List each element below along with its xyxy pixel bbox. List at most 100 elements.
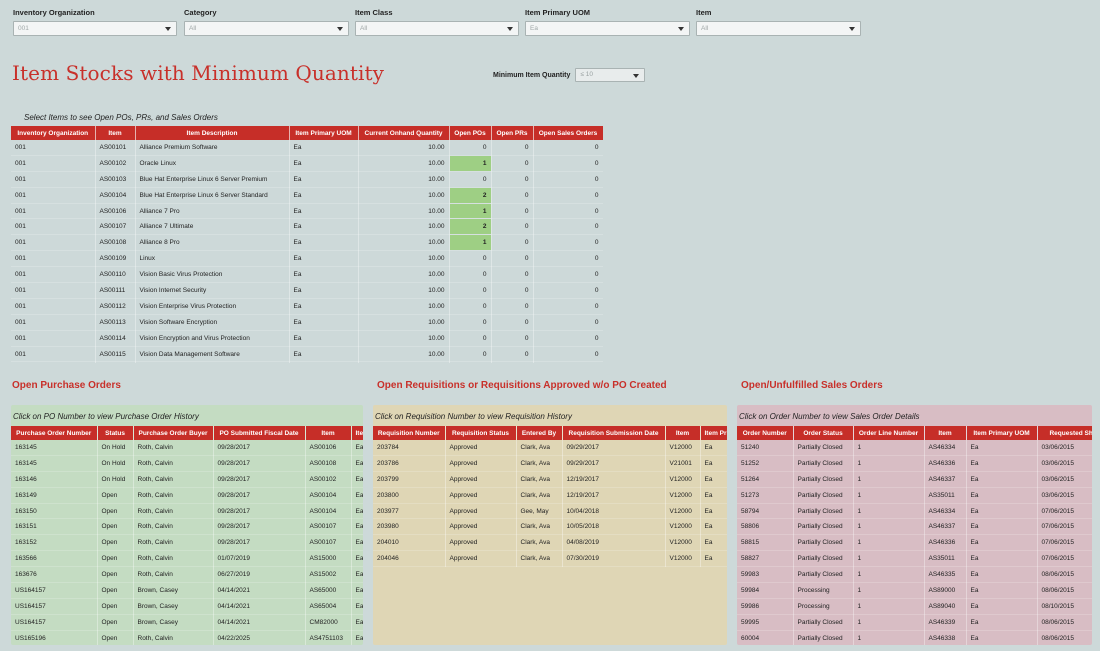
column-header-status[interactable]: Status [97,426,134,440]
column-header-purchase-order-buyer[interactable]: Purchase Order Buyer [133,426,214,440]
column-header-po-submitted-fiscal-date[interactable]: PO Submitted Fiscal Date [213,426,306,440]
column-header-item-description[interactable]: Item Description [135,126,290,140]
table-row[interactable]: 59983 Partially Closed 1 AS46335 Ea 08/06/201… [737,566,1092,584]
table-row[interactable]: 001 AS00106 Alliance 7 Pro Ea 10.00 1 0 0 [11,203,603,220]
column-header-open-sales-orders[interactable]: Open Sales Orders [533,126,603,140]
cell-purchase-order-number[interactable]: 163146 [11,471,98,488]
column-header-inventory-organization[interactable]: Inventory Organization [11,126,96,140]
cell-requisition-number[interactable]: 203799 [373,471,446,488]
column-header-purchase-order-number[interactable]: Purchase Order Number [11,426,98,440]
table-row[interactable]: 163146 On Hold Roth, Calvin 09/28/2017 AS001… [11,471,363,488]
table-row[interactable]: 001 AS00108 Alliance 8 Pro Ea 10.00 1 0 0 [11,234,603,252]
item-class-select[interactable]: All [355,21,519,36]
table-row[interactable]: 203799 Approved Clark, Ava 12/19/2017 V12000… [373,471,727,488]
column-header-item-primary-uom[interactable]: Item Primary UOM [966,426,1038,440]
column-header-item[interactable]: Item [924,426,967,440]
cell-purchase-order-number[interactable]: 163145 [11,440,98,456]
table-row[interactable]: 58815 Partially Closed 1 AS46336 Ea 07/06/201… [737,534,1092,552]
table-row[interactable]: 001 AS00104 Blue Hat Enterprise Linux 6 Se… [11,187,603,204]
column-header-open-pos[interactable]: Open POs [449,126,492,140]
cell-order-number[interactable]: 59984 [737,582,794,599]
table-row[interactable]: 58794 Partially Closed 1 AS46334 Ea 07/06/201… [737,503,1092,520]
cell-item[interactable]: AS00112 [95,298,136,315]
table-row[interactable]: 203980 Approved Clark, Ava 10/05/2018 V12000… [373,518,727,536]
cell-order-number[interactable]: 59986 [737,598,794,615]
cell-order-number[interactable]: 58827 [737,550,794,568]
table-row[interactable]: 58806 Partially Closed 1 AS46337 Ea 07/06/201… [737,518,1092,536]
table-row[interactable]: 001 AS00115 Vision Data Management Softwar… [11,346,603,363]
table-row[interactable]: 203800 Approved Clark, Ava 12/19/2017 V12000… [373,487,727,504]
cell-purchase-order-number[interactable]: 163676 [11,566,98,584]
cell-requisition-number[interactable]: 204010 [373,534,446,552]
cell-order-number[interactable]: 60004 [737,630,794,645]
cell-order-number[interactable]: 59983 [737,566,794,584]
table-row[interactable]: 001 AS00113 Vision Software Encryption Ea 10… [11,314,603,331]
table-row[interactable]: US164157 Open Brown, Casey 04/14/2021 CM8200… [11,614,363,631]
cell-item[interactable]: AS00111 [95,282,136,299]
cell-requisition-number[interactable]: 203784 [373,440,446,456]
cell-item[interactable]: AS00114 [95,330,136,347]
cell-purchase-order-number[interactable]: 163150 [11,503,98,520]
column-header-requisition-status[interactable]: Requisition Status [445,426,517,440]
cell-item[interactable]: AS00101 [95,140,136,156]
cell-item[interactable]: AS00102 [95,155,136,172]
table-row[interactable]: 163149 Open Roth, Calvin 09/28/2017 AS00104 E… [11,487,363,504]
cell-item[interactable]: AS00109 [95,250,136,268]
cell-item[interactable]: AS00113 [95,314,136,331]
table-row[interactable]: US164157 Open Brown, Casey 04/14/2021 AS6500… [11,582,363,599]
table-row[interactable]: US165196 Open Roth, Calvin 04/22/2025 AS4751… [11,630,363,645]
cell-purchase-order-number[interactable]: 163145 [11,455,98,472]
cell-order-number[interactable]: 51252 [737,455,794,472]
column-header-requisition-submission-date[interactable]: Requisition Submission Date [562,426,666,440]
table-row[interactable]: 59984 Processing 1 AS89000 Ea 08/06/2015 [737,582,1092,599]
cell-requisition-number[interactable]: 203980 [373,518,446,536]
column-header-order-status[interactable]: Order Status [793,426,854,440]
cell-purchase-order-number[interactable]: 163566 [11,550,98,568]
column-header-item[interactable]: Item [95,126,136,140]
cell-purchase-order-number[interactable]: 163151 [11,518,98,536]
column-header-entered-by[interactable]: Entered By [516,426,563,440]
cell-purchase-order-number[interactable]: 163149 [11,487,98,504]
column-header-item[interactable]: Item [665,426,701,440]
table-row[interactable]: 001 AS00102 Oracle Linux Ea 10.00 1 0 0 [11,155,603,172]
cell-item[interactable]: AS00110 [95,266,136,284]
cell-purchase-order-number[interactable]: US164157 [11,614,98,631]
table-row[interactable]: 163145 On Hold Roth, Calvin 09/28/2017 AS001… [11,455,363,472]
item-stocks-table-container[interactable]: Inventory Organization Item Item Descripti… [11,126,603,363]
cell-item[interactable]: AS00106 [95,203,136,220]
column-header-item[interactable]: Item [305,426,352,440]
column-header-current-onhand-quantity[interactable]: Current Onhand Quantity [358,126,450,140]
table-row[interactable]: 001 AS00109 Linux Ea 10.00 0 0 0 [11,250,603,268]
table-row[interactable]: 163676 Open Roth, Calvin 06/27/2019 AS15002 E… [11,566,363,584]
cell-item[interactable]: AS00115 [95,346,136,363]
item-select[interactable]: All [696,21,861,36]
table-row[interactable]: 001 AS00103 Blue Hat Enterprise Linux 6 Se… [11,171,603,188]
table-row[interactable]: 60004 Partially Closed 1 AS46338 Ea 08/06/201… [737,630,1092,645]
cell-purchase-order-number[interactable]: 163152 [11,534,98,552]
cell-requisition-number[interactable]: 204046 [373,550,446,568]
cell-item[interactable]: AS00104 [95,187,136,204]
table-row[interactable]: 163151 Open Roth, Calvin 09/28/2017 AS00107 E… [11,518,363,536]
cell-order-number[interactable]: 59995 [737,614,794,631]
cell-item[interactable]: AS00107 [95,218,136,236]
column-header-requisition-number[interactable]: Requisition Number [373,426,446,440]
table-row[interactable]: 001 AS00111 Vision Internet Security Ea 10.0… [11,282,603,299]
column-header-order-number[interactable]: Order Number [737,426,794,440]
cell-item[interactable]: AS00116 [95,361,136,363]
cell-requisition-number[interactable]: 203977 [373,503,446,520]
cell-item[interactable]: AS00108 [95,234,136,252]
column-header-order-line-number[interactable]: Order Line Number [853,426,925,440]
table-row[interactable]: 001 AS00101 Alliance Premium Software Ea 10.… [11,140,603,156]
cell-requisition-number[interactable]: 203786 [373,455,446,472]
table-row[interactable]: 59995 Partially Closed 1 AS46339 Ea 08/06/201… [737,614,1092,631]
cell-order-number[interactable]: 58815 [737,534,794,552]
table-row[interactable]: 163150 Open Roth, Calvin 09/28/2017 AS00104 E… [11,503,363,520]
cell-purchase-order-number[interactable]: US165196 [11,630,98,645]
table-row[interactable]: 51240 Partially Closed 1 AS46334 Ea 03/06/201… [737,440,1092,456]
column-header-item-primary-uom[interactable]: Item Primary UOM [289,126,359,140]
table-row[interactable]: 001 AS00110 Vision Basic Virus Protection E… [11,266,603,284]
table-row[interactable]: 203977 Approved Gee, May 10/04/2018 V12000 Ea [373,503,727,520]
cell-purchase-order-number[interactable]: US164157 [11,582,98,599]
po-table-container[interactable]: Purchase Order Number Status Purchase Orde… [11,426,363,645]
table-row[interactable]: 204010 Approved Clark, Ava 04/08/2019 V12000… [373,534,727,552]
